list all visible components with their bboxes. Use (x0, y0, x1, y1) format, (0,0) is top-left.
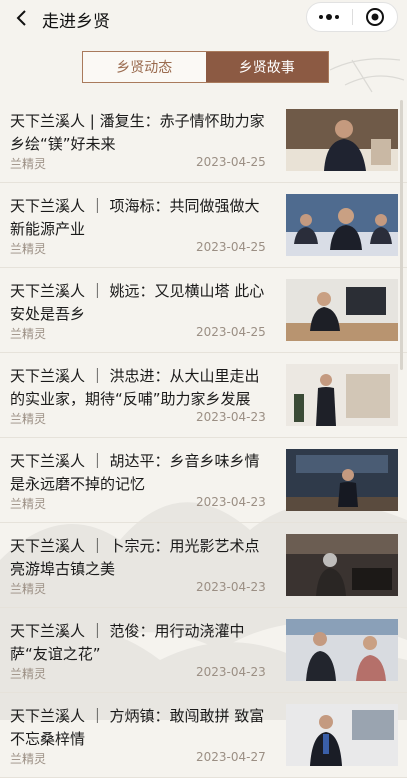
article-item[interactable]: 天下兰溪人 ｜ 洪忠进：从大山里走出的实业家，期待“反哺”助力家乡发展 兰精灵 … (0, 353, 407, 438)
article-date: 2023-04-25 (196, 240, 266, 254)
more-dots-icon (319, 14, 340, 20)
article-title: 天下兰溪人 | 潘复生：赤子情怀助力家乡绘“镁”好未来 (10, 112, 265, 153)
chevron-left-icon (16, 10, 26, 26)
article-thumbnail (286, 704, 398, 766)
article-source: 兰精灵 (10, 242, 47, 256)
more-button[interactable] (307, 3, 352, 31)
article-source: 兰精灵 (10, 412, 47, 426)
article-title: 天下兰溪人 ｜ 姚远：又见横山塔 此心安处是吾乡 (10, 282, 265, 323)
article-title: 天下兰溪人 ｜ 胡达平：乡音乡味乡情是永远磨不掉的记忆 (10, 452, 260, 493)
article-item[interactable]: 天下兰溪人 ｜ 项海标：共同做强做大新能源产业 兰精灵 2023-04-25 (0, 183, 407, 268)
article-source: 兰精灵 (10, 157, 47, 171)
target-circle-icon (365, 8, 384, 26)
article-thumbnail (286, 364, 398, 426)
article-item[interactable]: 天下兰溪人 ｜ 方炳镇：敢闯敢拼 致富不忘桑梓情 兰精灵 2023-04-27 (0, 693, 407, 778)
article-thumbnail (286, 619, 398, 681)
article-date: 2023-04-23 (196, 665, 266, 679)
close-button[interactable] (352, 3, 397, 31)
article-title: 天下兰溪人 ｜ 方炳镇：敢闯敢拼 致富不忘桑梓情 (10, 707, 265, 748)
article-date: 2023-04-23 (196, 580, 266, 594)
article-title: 天下兰溪人 ｜ 项海标：共同做强做大新能源产业 (10, 197, 260, 238)
mini-program-capsule (306, 2, 398, 32)
article-title: 天下兰溪人 ｜ 范俊：用行动浇灌中萨“友谊之花” (10, 622, 245, 663)
article-title: 天下兰溪人 ｜ 洪忠进：从大山里走出的实业家，期待“反哺”助力家乡发展 (10, 367, 260, 408)
article-thumbnail (286, 279, 398, 341)
article-title: 天下兰溪人 ｜ 卜宗元：用光影艺术点亮游埠古镇之美 (10, 537, 260, 578)
article-date: 2023-04-25 (196, 325, 266, 339)
top-navigation-bar: 走进乡贤 (0, 0, 407, 36)
article-source: 兰精灵 (10, 752, 47, 766)
article-thumbnail (286, 194, 398, 256)
article-source: 兰精灵 (10, 327, 47, 341)
article-date: 2023-04-27 (196, 750, 266, 764)
article-item[interactable]: 天下兰溪人 ｜ 卜宗元：用光影艺术点亮游埠古镇之美 兰精灵 2023-04-23 (0, 523, 407, 608)
tab-xiangxian-stories[interactable]: 乡贤故事 (205, 52, 328, 82)
article-item[interactable]: 天下兰溪人 ｜ 范俊：用行动浇灌中萨“友谊之花” 兰精灵 2023-04-23 (0, 608, 407, 693)
tab-xiangxian-news[interactable]: 乡贤动态 (83, 52, 206, 82)
article-date: 2023-04-25 (196, 155, 266, 169)
article-item[interactable]: 天下兰溪人 | 潘复生：赤子情怀助力家乡绘“镁”好未来 兰精灵 2023-04-… (0, 98, 407, 183)
article-source: 兰精灵 (10, 497, 47, 511)
back-button[interactable] (10, 6, 34, 30)
article-list: 天下兰溪人 | 潘复生：赤子情怀助力家乡绘“镁”好未来 兰精灵 2023-04-… (0, 98, 407, 778)
article-source: 兰精灵 (10, 667, 47, 681)
scrollbar[interactable] (400, 100, 403, 370)
article-item[interactable]: 天下兰溪人 ｜ 姚远：又见横山塔 此心安处是吾乡 兰精灵 2023-04-25 (0, 268, 407, 353)
page-title: 走进乡贤 (42, 12, 110, 32)
article-thumbnail (286, 109, 398, 171)
article-date: 2023-04-23 (196, 410, 266, 424)
category-tabs: 乡贤动态 乡贤故事 (82, 51, 329, 83)
article-item[interactable]: 天下兰溪人 ｜ 胡达平：乡音乡味乡情是永远磨不掉的记忆 兰精灵 2023-04-… (0, 438, 407, 523)
article-thumbnail (286, 449, 398, 511)
article-date: 2023-04-23 (196, 495, 266, 509)
article-source: 兰精灵 (10, 582, 47, 596)
article-thumbnail (286, 534, 398, 596)
